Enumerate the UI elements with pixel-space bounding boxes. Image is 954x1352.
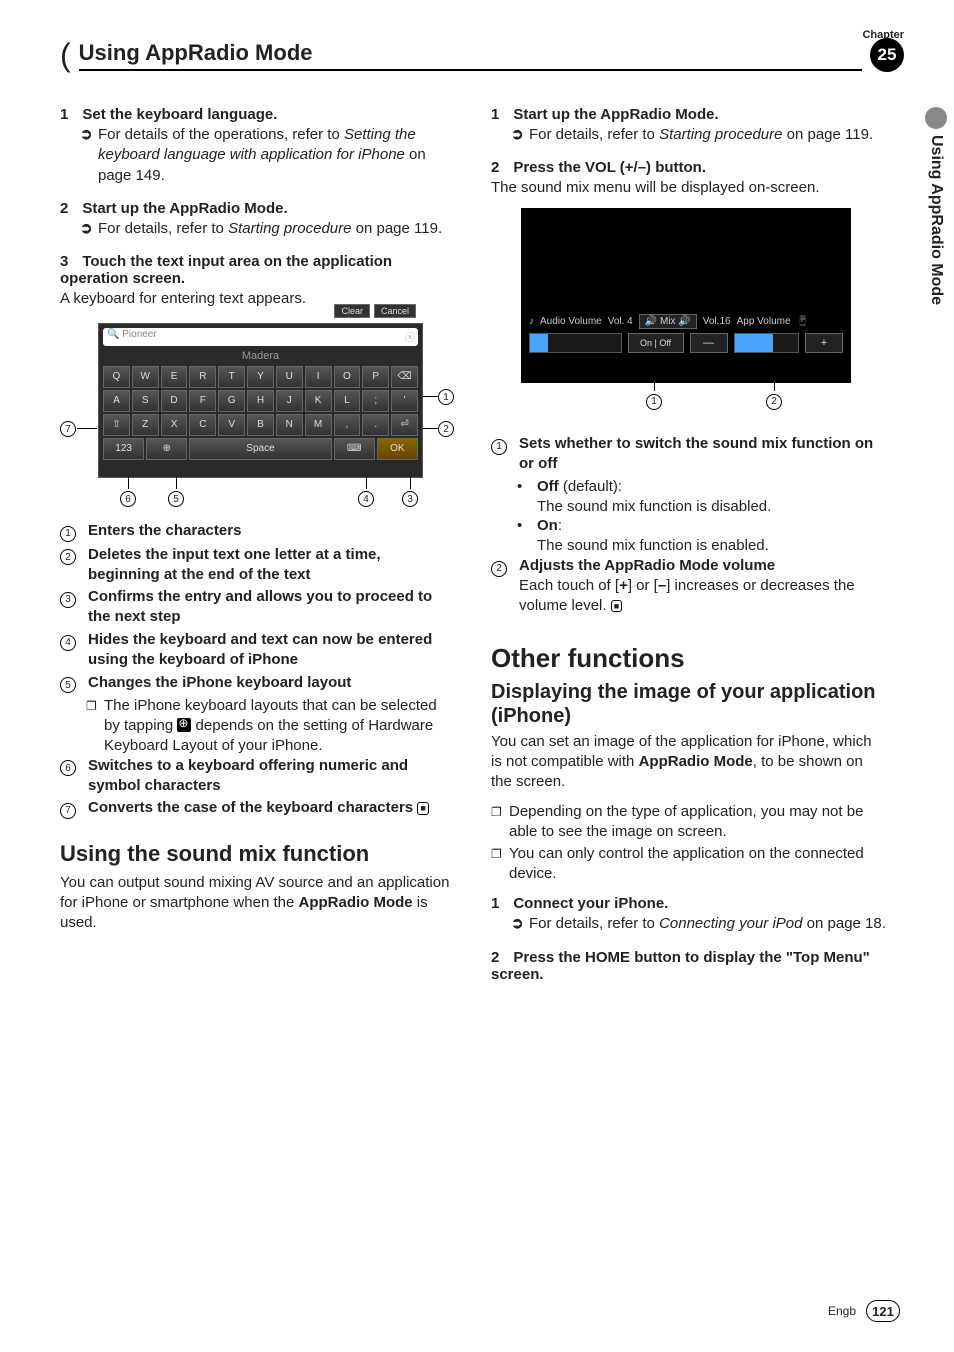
sound-mix-body: You can output sound mixing AV source an… <box>60 873 455 933</box>
callout-5: 5 <box>168 489 184 508</box>
mix-on-off: On | Off <box>628 333 684 353</box>
r-step-1-heading: 1Start up the AppRadio Mode. <box>491 106 886 123</box>
display-image-note-1: Depending on the type of application, yo… <box>491 802 886 842</box>
callout-4: 4 <box>358 489 374 508</box>
page-header: Chapter ( Using AppRadio Mode 25 <box>60 38 904 72</box>
step-2-note: ➲For details, refer to Starting procedur… <box>98 219 455 239</box>
callout-7: 7 <box>60 419 76 438</box>
callout-1: 1 <box>438 387 454 406</box>
side-tab-label: Using AppRadio Mode <box>927 135 945 305</box>
page-title: Using AppRadio Mode <box>79 40 862 66</box>
step-2-heading: 2Start up the AppRadio Mode. <box>60 200 455 217</box>
right-column: 1Start up the AppRadio Mode. ➲For detail… <box>491 106 886 985</box>
page-footer: Engb 121 <box>828 1300 900 1322</box>
keyboard-top-buttons: ClearCancel <box>330 306 416 316</box>
step-1-heading: 1Set the keyboard language. <box>60 106 455 123</box>
step-1-note: ➲For details of the operations, refer to… <box>98 125 455 186</box>
stop-icon: ■ <box>611 600 622 613</box>
callout-3: 3 <box>402 489 418 508</box>
display-image-subheading: Displaying the image of your application… <box>491 680 886 728</box>
mix-screenshot: ♪ Audio Volume Vol. 4 🔊 Mix 🔊 Vol.16 App… <box>521 208 851 383</box>
chapter-number-badge: 25 <box>870 38 904 72</box>
globe-icon <box>177 718 191 732</box>
connect-step-2-heading: 2Press the HOME button to display the "T… <box>491 949 886 983</box>
footer-lang: Engb <box>828 1304 856 1318</box>
r-step-2-heading: 2Press the VOL (+/–) button. <box>491 159 886 176</box>
keyboard-figure: ClearCancel 🔍 Pioneerⓧ Madera QWERTYUIOP… <box>60 319 455 509</box>
app-volume-slider <box>734 333 799 353</box>
legend-5-note: The iPhone keyboard layouts that can be … <box>86 696 455 755</box>
side-tab: Using AppRadio Mode <box>918 107 954 305</box>
app-volume-minus: — <box>690 333 728 353</box>
mix-callout-2: 2 <box>766 391 782 410</box>
keyboard-row-2: ASDFGHJKL;' <box>103 390 418 412</box>
callout-6: 6 <box>120 489 136 508</box>
paren-left: ( <box>60 39 71 71</box>
callout-2: 2 <box>438 419 454 438</box>
stop-icon: ■ <box>417 802 428 815</box>
keyboard-row-3: ⇧ZXCVBNM,.⏎ <box>103 414 418 436</box>
display-image-note-2: You can only control the application on … <box>491 844 886 884</box>
mix-legend: 1Sets whether to switch the sound mix fu… <box>491 434 886 615</box>
footer-page-number: 121 <box>866 1300 900 1322</box>
other-functions-heading: Other functions <box>491 643 886 674</box>
audio-volume-slider <box>529 333 622 353</box>
mix-callout-1: 1 <box>646 391 662 410</box>
step-3-heading: 3Touch the text input area on the applic… <box>60 253 455 287</box>
mix-figure: ♪ Audio Volume Vol. 4 🔊 Mix 🔊 Vol.16 App… <box>491 208 886 418</box>
r-step-2-body: The sound mix menu will be displayed on-… <box>491 178 886 198</box>
keyboard-searchbar: 🔍 Pioneerⓧ <box>103 328 418 346</box>
keyboard-suggestion: Madera <box>99 346 422 366</box>
keyboard-row-4: 123⊕Space⌨OK <box>103 438 418 460</box>
keyboard-row-1: QWERTYUIOP⌫ <box>103 366 418 388</box>
keyboard-legend: 1Enters the characters 2Deletes the inpu… <box>60 521 455 819</box>
side-tab-cap <box>925 107 947 129</box>
left-column: 1Set the keyboard language. ➲For details… <box>60 106 455 985</box>
connect-step-1-heading: 1Connect your iPhone. <box>491 895 886 912</box>
r-step-1-note: ➲For details, refer to Starting procedur… <box>529 125 886 145</box>
keyboard-screenshot: ClearCancel 🔍 Pioneerⓧ Madera QWERTYUIOP… <box>98 323 423 478</box>
app-volume-plus: + <box>805 333 843 353</box>
sound-mix-heading: Using the sound mix function <box>60 841 455 867</box>
display-image-body: You can set an image of the application … <box>491 732 886 792</box>
connect-step-1-note: ➲For details, refer to Connecting your i… <box>529 914 886 934</box>
